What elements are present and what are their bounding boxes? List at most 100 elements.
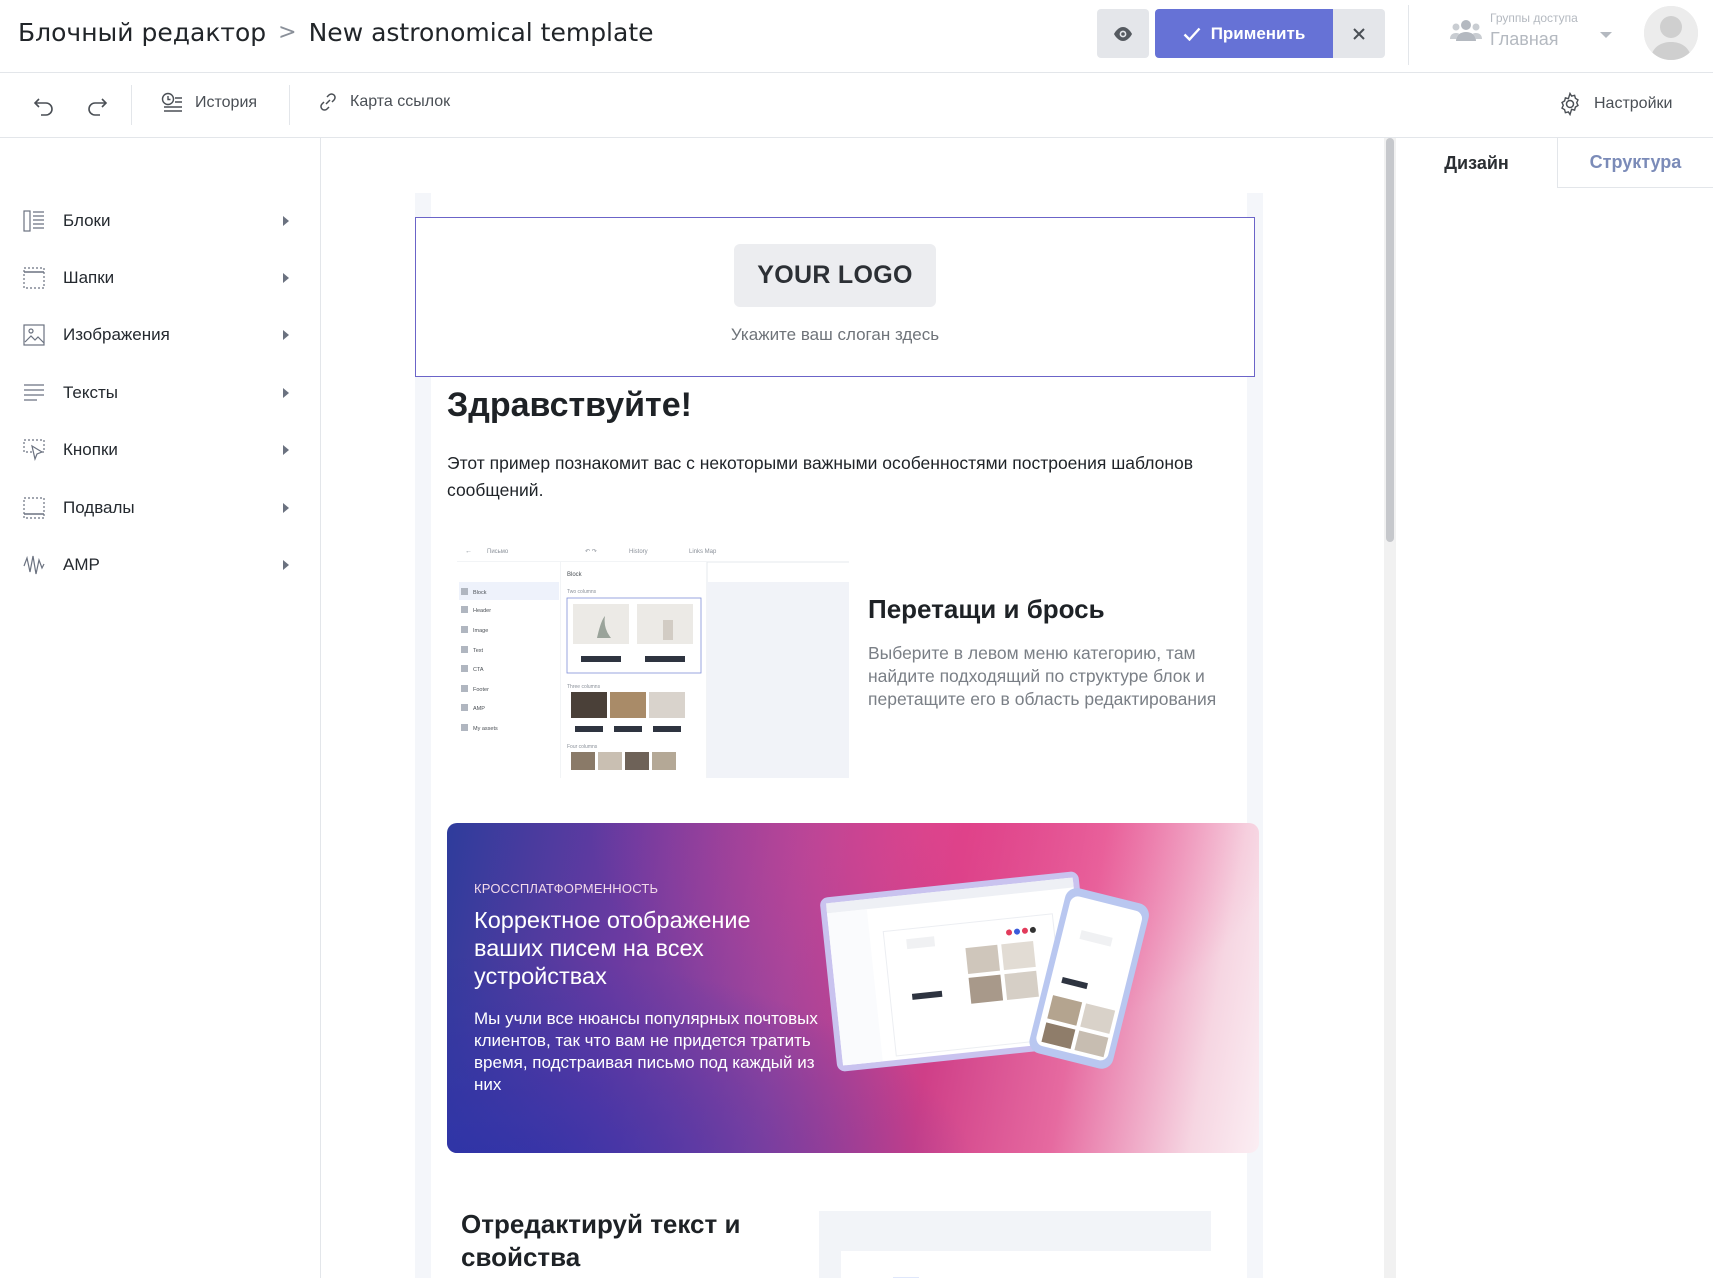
svg-text:↶ ↷: ↶ ↷ [585,548,597,555]
mini-history: History [629,549,648,555]
sidebar-item-amp[interactable]: AMP [22,550,297,580]
email-template: YOUR LOGO Укажите ваш слоган здесь Здрав… [415,193,1263,1278]
mini-menu-5: Footer [473,687,489,693]
blocks-icon [22,209,46,233]
toolbar: История Карта ссылок Настройки [0,73,1713,138]
links-map-label: Карта ссылок [350,93,451,110]
top-bar: Блочный редактор > New astronomical temp… [0,0,1713,73]
undo-icon [33,98,53,116]
sidebar-item-label: Шапки [63,268,115,287]
breadcrumb-root[interactable]: Блочный редактор [18,18,266,47]
preview-button[interactable] [1097,9,1149,58]
text-editor-screenshot[interactable]: B ⛓ I U T #425466 24 ⌄ [819,1211,1211,1278]
tab-structure[interactable]: Структура [1557,138,1713,188]
history-button[interactable]: История [161,92,257,114]
mini-menu-6: AMP [473,706,485,712]
properties-panel: Дизайн Структура [1396,138,1713,1278]
sidebar-item-label: AMP [63,555,100,574]
caret-right-icon [283,503,289,513]
sidebar-item-blocks[interactable]: Блоки [22,206,297,236]
settings-label: Настройки [1594,95,1673,112]
crossplatform-banner[interactable]: КРОССПЛАТФОРМЕННОСТЬ Корректное отображе… [447,823,1259,1153]
mini-menu-3: Text [473,648,484,654]
sidebar-item-images[interactable]: Изображения [22,320,297,350]
mini-menu-2: Image [473,628,488,634]
avatar[interactable] [1644,6,1698,60]
sidebar-item-label: Кнопки [63,440,118,459]
intro-paragraph[interactable]: Этот пример познакомит вас с некоторыми … [447,450,1247,504]
gear-icon [1561,92,1579,116]
mini-three-columns: Three columns [567,684,601,690]
drag-drop-screenshot[interactable]: ← Письмо ↶ ↷ History Links Map Block Hea… [457,538,849,778]
divider [289,85,290,125]
drag-drop-description[interactable]: Выберите в левом меню категорию, там най… [868,642,1248,711]
cta-icon [22,438,46,462]
eye-icon [1114,26,1132,41]
sidebar-item-label: Тексты [63,383,119,402]
sidebar-item-texts[interactable]: Тексты [22,378,297,408]
users-icon [1450,20,1482,41]
caret-right-icon [283,445,289,455]
image-icon [22,323,46,347]
access-label: Группы доступа [1490,11,1578,25]
greeting-heading[interactable]: Здравствуйте! [447,386,692,425]
devices-illustration [820,871,1149,1072]
settings-button[interactable]: Настройки [1558,92,1672,116]
banner-kicker: КРОССПЛАТФОРМЕННОСТЬ [474,881,659,896]
redo-icon [88,98,108,116]
logo-placeholder[interactable]: YOUR LOGO [734,244,936,307]
footer-icon [22,496,46,520]
undo-button[interactable] [31,93,57,119]
mini-links: Links Map [689,549,717,555]
mini-panel-title: Block [567,572,583,578]
sidebar-item-footers[interactable]: Подвалы [22,493,297,523]
breadcrumb: Блочный редактор > New astronomical temp… [18,18,654,47]
close-button[interactable] [1333,9,1385,58]
sidebar-item-label: Изображения [63,325,170,344]
editor-preview-image: ← Письмо ↶ ↷ History Links Map Block Hea… [457,538,849,778]
block-categories-sidebar: Блоки Шапки Изображения Тексты Кнопки По [0,138,321,1278]
tab-design[interactable]: Дизайн [1396,138,1557,188]
mini-menu-1: Header [473,608,491,614]
selected-header-block[interactable]: YOUR LOGO Укажите ваш слоган здесь [415,217,1255,377]
caret-right-icon [283,560,289,570]
sidebar-item-buttons[interactable]: Кнопки [22,435,297,465]
check-icon [1183,27,1201,41]
edit-heading[interactable]: Отредактируй текст и свойства [461,1208,791,1274]
breadcrumb-current: New astronomical template [308,18,654,47]
caret-right-icon [283,216,289,226]
divider [1408,5,1409,65]
apply-label: Применить [1210,23,1306,43]
sidebar-item-label: Блоки [63,211,111,230]
slogan-text[interactable]: Укажите ваш слоган здесь [416,325,1254,345]
canvas-scrollbar[interactable] [1384,138,1396,1278]
mini-menu-4: CTA [473,667,484,673]
caret-right-icon [283,330,289,340]
mini-menu-0: Block [473,590,487,596]
redo-button[interactable] [84,93,110,119]
banner-title: Корректное отображение ваших писем на вс… [474,907,751,989]
chevron-right-icon: > [278,20,297,45]
scrollbar-thumb[interactable] [1386,138,1394,542]
divider [131,85,132,125]
caret-right-icon [283,388,289,398]
links-map-button[interactable]: Карта ссылок [318,92,450,112]
chevron-down-icon [1600,32,1612,38]
mini-four-columns: Four columns [567,744,598,750]
format-toolbar-preview: B ⛓ I U T #425466 24 ⌄ [841,1251,1211,1278]
history-icon [161,92,182,112]
drag-drop-heading[interactable]: Перетащи и брось [868,594,1105,625]
access-value: Главная [1490,29,1559,49]
close-icon [1353,27,1365,40]
access-group-select[interactable]: Группы доступа Главная [1450,10,1620,60]
format-toolbar-image: B ⛓ I U T #425466 24 ⌄ [893,1277,919,1278]
mini-menu-7: My assets [473,726,498,732]
sidebar-item-headers[interactable]: Шапки [22,263,297,293]
user-avatar-icon [1644,6,1698,60]
mini-two-columns: Two columns [567,589,597,595]
text-icon [22,381,46,405]
header-icon [22,266,46,290]
apply-button[interactable]: Применить [1155,9,1333,58]
caret-right-icon [283,273,289,283]
svg-text:←: ← [465,548,472,555]
